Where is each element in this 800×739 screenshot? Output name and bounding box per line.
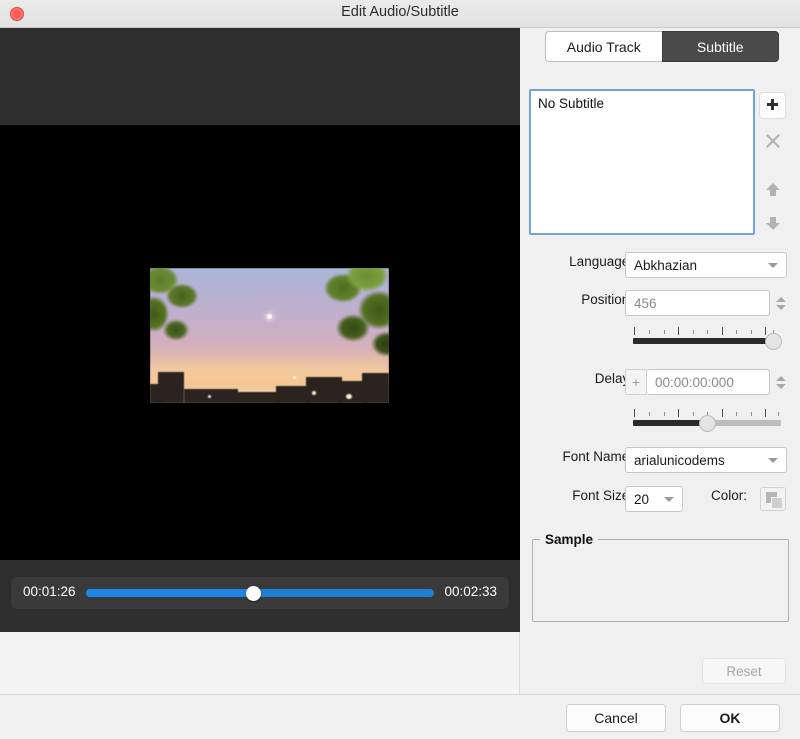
delay-slider-handle[interactable]: [699, 415, 716, 432]
delay-stepper[interactable]: [774, 369, 787, 395]
font-name-row: Font Name: arialunicodems: [520, 447, 800, 473]
tab-bar: Audio Track Subtitle: [545, 31, 779, 62]
delay-sign-button[interactable]: +: [625, 369, 647, 395]
position-slider-handle[interactable]: [765, 333, 782, 350]
arrow-down-icon: [765, 217, 780, 230]
language-select[interactable]: Abkhazian: [625, 252, 787, 278]
font-name-value: arialunicodems: [634, 452, 725, 468]
seek-handle[interactable]: [246, 586, 262, 601]
font-name-label: Font Name:: [562, 449, 633, 464]
plus-icon: [767, 99, 778, 110]
stepper-down-icon[interactable]: [775, 383, 786, 389]
remove-subtitle-button[interactable]: [759, 127, 786, 154]
chevron-down-icon: [664, 497, 674, 502]
position-slider-track: [633, 338, 781, 344]
timeline-bar: 00:01:26 00:02:33: [0, 560, 520, 632]
title-bar: Edit Audio/Subtitle: [0, 0, 800, 28]
subtitle-list[interactable]: No Subtitle: [529, 89, 755, 235]
cancel-button[interactable]: Cancel: [566, 704, 666, 732]
reset-button[interactable]: Reset: [702, 658, 786, 684]
move-down-button[interactable]: [759, 210, 786, 237]
video-frame: [150, 268, 389, 403]
chevron-down-icon: [768, 458, 778, 463]
delay-row: Delay: + 00:00:00:000: [520, 369, 800, 395]
transport-controls: [0, 632, 520, 694]
color-label: Color:: [710, 488, 747, 503]
dialog-footer: Cancel OK: [0, 694, 800, 739]
position-slider-ticks: [633, 326, 781, 335]
font-size-value: 20: [634, 491, 650, 507]
current-time-label: 00:01:26: [23, 584, 76, 599]
seek-slider[interactable]: [86, 586, 434, 601]
video-top-bar: [0, 28, 520, 125]
font-name-select[interactable]: arialunicodems: [625, 447, 787, 473]
sample-groupbox: [532, 539, 789, 622]
move-up-button[interactable]: [759, 176, 786, 203]
delay-sign: +: [631, 374, 641, 390]
tree-foliage-right: [303, 268, 389, 370]
font-size-row: Font Size: 20 Color:: [520, 486, 800, 512]
ok-button[interactable]: OK: [680, 704, 780, 732]
city-skyline: [150, 357, 389, 403]
stepper-up-icon[interactable]: [775, 375, 786, 381]
video-panel: 00:01:26 00:02:33: [0, 28, 520, 632]
tab-audio-track[interactable]: Audio Track: [545, 31, 662, 62]
color-swatch-front: [771, 497, 782, 508]
delay-slider-fill: [633, 420, 707, 426]
position-row: Position: 456: [520, 290, 800, 316]
add-subtitle-button[interactable]: [759, 92, 786, 119]
moon-dot: [267, 314, 272, 319]
position-slider-fill: [633, 338, 781, 344]
position-stepper[interactable]: [774, 290, 787, 316]
position-value: 456: [634, 295, 657, 311]
font-size-label: Font Size:: [572, 488, 633, 503]
language-row: Language: Abkhazian: [520, 252, 800, 278]
window-title: Edit Audio/Subtitle: [341, 4, 459, 20]
stepper-up-icon[interactable]: [775, 296, 786, 302]
chevron-down-icon: [768, 263, 778, 268]
arrow-up-icon: [765, 183, 780, 196]
delay-value: 00:00:00:000: [655, 374, 734, 390]
delay-slider[interactable]: [633, 408, 781, 432]
video-stage[interactable]: [0, 125, 520, 560]
seek-fill: [86, 589, 254, 597]
language-value: Abkhazian: [634, 257, 698, 273]
edit-audio-subtitle-window: Edit Audio/Subtitle 00:01:26 00:02:33 Au…: [0, 0, 800, 739]
tab-subtitle[interactable]: Subtitle: [661, 31, 779, 62]
language-label: Language:: [569, 254, 633, 269]
tree-foliage-left: [150, 268, 214, 354]
color-swatch-button[interactable]: [760, 487, 786, 511]
delay-input[interactable]: 00:00:00:000: [647, 369, 770, 395]
sample-title: Sample: [540, 532, 599, 547]
subtitle-settings-panel: Audio Track Subtitle No Subtitle Languag…: [520, 28, 800, 694]
stepper-down-icon[interactable]: [775, 304, 786, 310]
font-size-select[interactable]: 20: [625, 486, 683, 512]
position-slider[interactable]: [633, 326, 782, 350]
total-time-label: 00:02:33: [444, 584, 497, 599]
close-x-icon: [765, 133, 780, 148]
timeline-pill: 00:01:26 00:02:33: [11, 577, 509, 609]
list-item[interactable]: No Subtitle: [531, 91, 753, 111]
position-input[interactable]: 456: [625, 290, 770, 316]
